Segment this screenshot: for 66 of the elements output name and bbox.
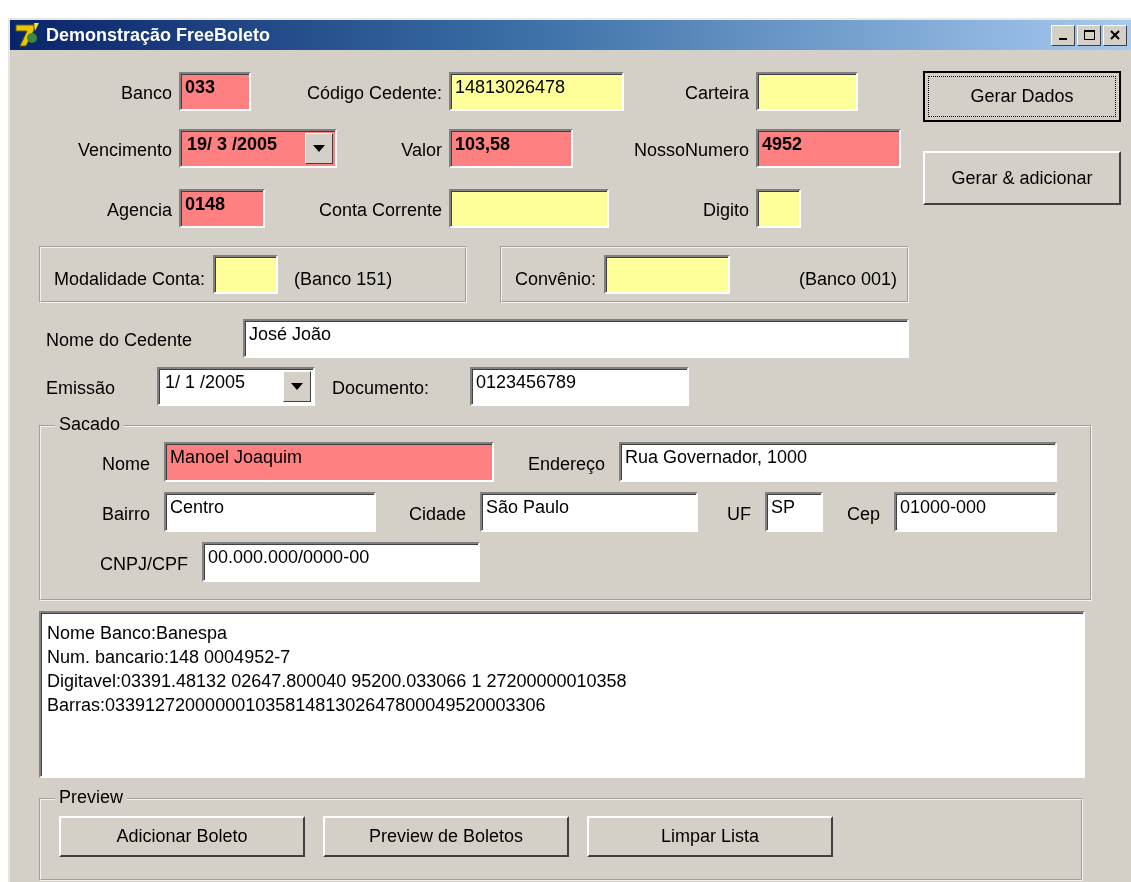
input-field[interactable]: 0123456789 bbox=[470, 367, 689, 406]
input-field[interactable]: Manoel Joaquim bbox=[164, 442, 494, 482]
input-field[interactable]: José João bbox=[243, 319, 909, 358]
input-field[interactable]: 0148 bbox=[179, 189, 265, 228]
app-icon bbox=[14, 22, 40, 48]
input-field[interactable] bbox=[756, 189, 801, 228]
field-label: Emissão bbox=[45, 377, 117, 400]
dropdown-button[interactable] bbox=[283, 371, 311, 402]
input-field[interactable]: 00.000.000/0000-00 bbox=[202, 542, 480, 582]
input-field[interactable]: SP bbox=[765, 492, 823, 532]
output-memo[interactable]: Nome Banco:Banespa Num. bancario:148 0004952-7 Digitavel:03391.48132 02647.800040 95200.033066 1 27200000010358 Barras:03391272000000103581481302647800049520003306 bbox=[39, 611, 1085, 778]
note-text: (Banco 151) bbox=[294, 268, 393, 291]
action-button[interactable]: Limpar Lista bbox=[587, 816, 833, 857]
field-label: Nome do Cedente bbox=[45, 329, 194, 352]
action-button[interactable]: Gerar Dados bbox=[923, 71, 1121, 122]
field-label: Endereço bbox=[526, 452, 606, 476]
field-label: Convênio: bbox=[515, 268, 598, 291]
input-field[interactable]: Centro bbox=[164, 492, 376, 532]
input-field[interactable]: Rua Governador, 1000 bbox=[619, 442, 1057, 482]
field-label: UF bbox=[726, 502, 752, 526]
memo-line: Nome Banco:Banespa bbox=[47, 622, 229, 645]
field-label: Agencia bbox=[105, 199, 173, 222]
field-label: Carteira bbox=[683, 82, 750, 105]
close-button[interactable] bbox=[1103, 24, 1127, 46]
maximize-icon bbox=[1083, 30, 1095, 40]
field-label: Cidade bbox=[407, 502, 467, 526]
action-button[interactable]: Adicionar Boleto bbox=[59, 816, 305, 857]
input-field[interactable]: 01000-000 bbox=[894, 492, 1057, 532]
input-field[interactable]: 033 bbox=[179, 72, 251, 111]
action-button[interactable]: Preview de Boletos bbox=[323, 816, 569, 857]
maximize-button[interactable] bbox=[1077, 24, 1101, 46]
minimize-icon bbox=[1059, 38, 1067, 40]
field-label: Vencimento bbox=[76, 139, 173, 162]
input-field[interactable]: São Paulo bbox=[480, 492, 698, 532]
caret-icon bbox=[313, 144, 325, 153]
window-title: Demonstração FreeBoleto bbox=[46, 23, 271, 47]
field-label: Documento: bbox=[331, 377, 431, 400]
input-field[interactable] bbox=[756, 72, 858, 111]
field-label: Nome bbox=[101, 452, 151, 476]
field-label: CNPJ/CPF bbox=[99, 552, 189, 576]
note-text: (Banco 001) bbox=[798, 268, 897, 291]
memo-line: Barras:03391272000000103581481302647800049520003306 bbox=[47, 694, 547, 717]
memo-line: Num. bancario:148 0004952-7 bbox=[47, 646, 292, 669]
field-label: NossoNumero bbox=[632, 139, 750, 162]
input-field[interactable] bbox=[449, 189, 609, 228]
dropdown-button[interactable] bbox=[305, 133, 333, 164]
field-label: Conta Corrente bbox=[317, 199, 443, 222]
input-field[interactable] bbox=[604, 255, 731, 294]
close-icon bbox=[1110, 30, 1120, 40]
field-label: Banco bbox=[119, 82, 173, 105]
field-label: Código Cedente: bbox=[305, 82, 443, 105]
input-field[interactable]: 103,58 bbox=[449, 129, 573, 168]
field-label: Digito bbox=[701, 199, 750, 222]
caret-icon bbox=[291, 382, 303, 391]
input-field[interactable]: 14813026478 bbox=[449, 72, 624, 111]
field-label: Bairro bbox=[101, 502, 151, 526]
field-label: Valor bbox=[400, 139, 443, 162]
field-label: Modalidade Conta: bbox=[54, 268, 207, 291]
action-button[interactable]: Gerar & adicionar bbox=[923, 151, 1121, 205]
date-field[interactable]: 1/ 1 /2005 bbox=[157, 367, 315, 406]
input-field[interactable]: 4952 bbox=[756, 129, 901, 168]
input-field[interactable] bbox=[213, 255, 279, 294]
memo-line: Digitavel:03391.48132 02647.800040 95200.033066 1 27200000010358 bbox=[47, 670, 628, 693]
field-label: Cep bbox=[845, 502, 881, 526]
date-field[interactable]: 19/ 3 /2005 bbox=[179, 129, 337, 168]
minimize-button[interactable] bbox=[1051, 24, 1075, 46]
